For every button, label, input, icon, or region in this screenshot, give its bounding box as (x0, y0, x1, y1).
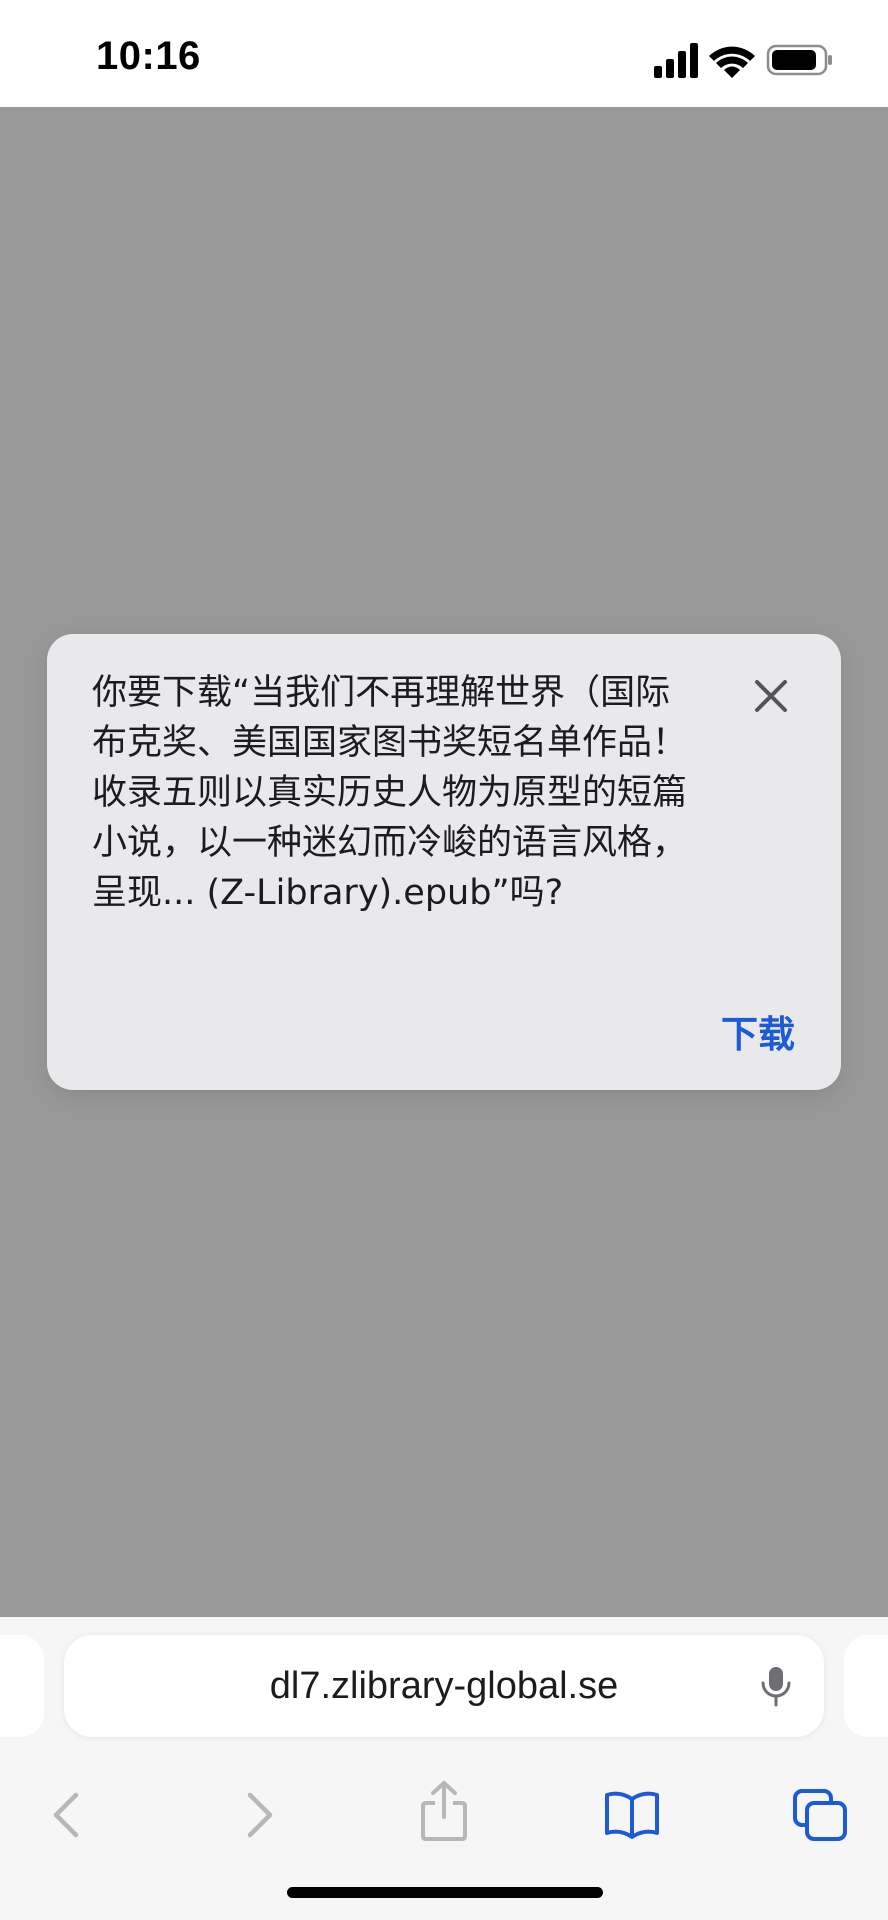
browser-bottom-bar: dl7.zlibrary-global.se (0, 1617, 888, 1920)
close-icon (755, 680, 787, 712)
battery-icon (766, 44, 832, 76)
status-time: 10:16 (96, 34, 201, 78)
book-icon[interactable] (602, 1787, 662, 1843)
microphone-icon[interactable] (758, 1665, 794, 1709)
download-button[interactable]: 下载 (721, 1004, 795, 1058)
url-text[interactable]: dl7.zlibrary-global.se (64, 1635, 824, 1737)
chevron-right-icon[interactable] (228, 1787, 288, 1843)
dialog-message: 你要下载“当我们不再理解世界（国际布克奖、美国国家图书奖短名单作品！收录五则以真… (92, 673, 688, 913)
browser-toolbar (0, 1757, 888, 1867)
previous-tab-preview[interactable] (0, 1635, 44, 1737)
chevron-left-icon[interactable] (38, 1787, 98, 1843)
wifi-icon (709, 46, 755, 78)
download-dialog: 你要下载“当我们不再理解世界（国际布克奖、美国国家图书奖短名单作品！收录五则以真… (47, 634, 841, 1090)
tabs-icon[interactable] (790, 1787, 850, 1843)
cellular-signal-icon (654, 43, 698, 78)
share-icon[interactable] (414, 1779, 474, 1843)
status-bar: 10:16 (0, 0, 888, 107)
next-tab-preview[interactable] (844, 1635, 888, 1737)
close-button[interactable] (747, 672, 795, 720)
home-indicator[interactable] (287, 1887, 603, 1898)
address-bar[interactable]: dl7.zlibrary-global.se (64, 1635, 824, 1737)
status-icons (654, 43, 832, 78)
